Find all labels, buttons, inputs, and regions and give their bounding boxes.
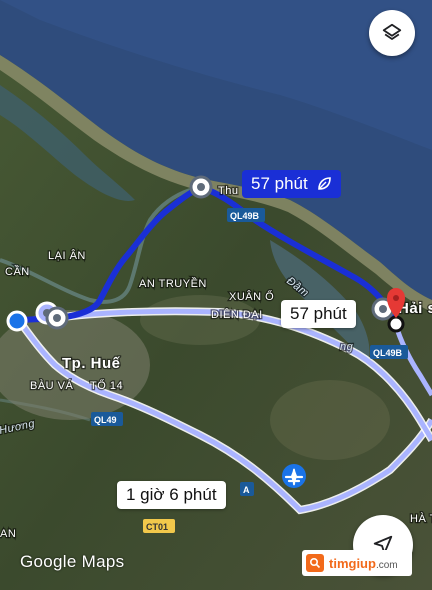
label-lai-an: LẠI ÂN xyxy=(48,249,86,262)
road-shield-ql49: QL49 xyxy=(91,412,123,426)
label-dam-suffix: ng xyxy=(340,341,354,353)
watermark-badge: timgiup.com xyxy=(302,550,412,576)
map-view[interactable]: Thu LẠI ÂN CẦN AN TRUYỀN XUÂN Ổ DIÊN ĐẠI… xyxy=(0,0,432,590)
label-can: CẦN xyxy=(5,265,30,278)
alt1-eta-text: 57 phút xyxy=(290,304,347,323)
svg-text:QL49B: QL49B xyxy=(230,211,260,221)
primary-eta-text: 57 phút xyxy=(251,174,308,193)
svg-text:QL49B: QL49B xyxy=(373,348,403,358)
layers-icon xyxy=(382,23,402,40)
road-shield-partial: A xyxy=(240,482,254,496)
origin-marker[interactable] xyxy=(6,310,28,332)
alt2-eta-text: 1 giờ 6 phút xyxy=(126,485,217,504)
airport-icon[interactable] xyxy=(282,464,306,488)
primary-route-eta[interactable]: 57 phút xyxy=(242,170,341,198)
label-an: AN xyxy=(0,528,16,540)
road-shield-ql49b-top: QL49B xyxy=(227,208,265,222)
label-xuan-o: XUÂN Ổ xyxy=(229,290,274,303)
svg-text:CT01: CT01 xyxy=(146,522,168,532)
rural-area xyxy=(270,380,390,460)
watermark-logo-icon xyxy=(306,554,324,572)
stop-marker-2[interactable] xyxy=(45,306,69,330)
svg-text:A: A xyxy=(243,485,250,495)
google-maps-logo: Google Maps xyxy=(20,552,125,571)
layers-button[interactable] xyxy=(369,10,415,56)
eco-leaf-icon xyxy=(317,177,331,190)
label-an-truyen: AN TRUYỀN xyxy=(139,277,207,290)
road-shield-ql49b-right: QL49B xyxy=(370,345,408,359)
label-tp-hue: Tp. Huế xyxy=(62,355,121,372)
waypoint-marker[interactable] xyxy=(189,175,213,199)
svg-text:QL49: QL49 xyxy=(94,415,117,425)
alt-route-2-eta[interactable]: 1 giờ 6 phút xyxy=(117,481,226,509)
label-to-14: TỔ 14 xyxy=(90,379,123,392)
watermark-text: timgiup.com xyxy=(329,555,398,571)
alt-route-1-eta[interactable]: 57 phút xyxy=(281,300,356,328)
label-dien-dai: DIÊN ĐẠI xyxy=(211,308,263,321)
label-ha-t: HÀ T xyxy=(410,512,432,525)
road-shield-ct01: CT01 xyxy=(143,519,175,533)
label-thuan-an: Thu xyxy=(218,185,238,197)
label-bau-va: BÀU VÁ xyxy=(30,379,74,392)
